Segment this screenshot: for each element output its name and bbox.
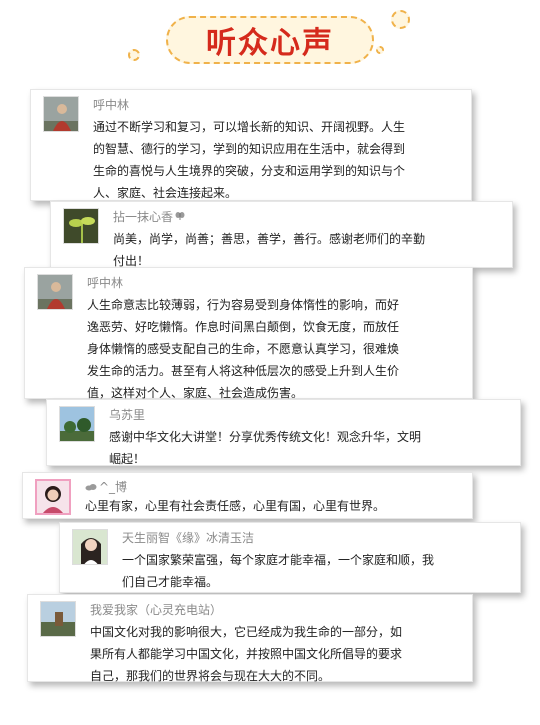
- header-banner: 听众心声: [166, 16, 374, 64]
- comment-username[interactable]: 呼中林: [93, 96, 129, 113]
- avatar-woman-long-hair[interactable]: [72, 529, 108, 565]
- avatar-plant-sprout[interactable]: [63, 208, 99, 244]
- avatar-person-in-red-shawl[interactable]: [37, 274, 73, 310]
- avatar-girl-portrait[interactable]: [35, 479, 71, 515]
- comment-card-1: 呼中林 通过不断学习和复习，可以增长新的知识、开阔视野。人生 的智慧、德行的学习…: [30, 89, 472, 201]
- avatar-landscape-trees[interactable]: [59, 406, 95, 442]
- cloud-icon: [85, 480, 97, 494]
- comment-text: 人生命意志比较薄弱，行为容易受到身体惰性的影响，而好 逸恶劳、好吃懒惰。作息时间…: [87, 298, 400, 400]
- comment-username[interactable]: 拈一抹心香: [113, 208, 185, 225]
- comment-text: 心里有家，心里有社会责任感，心里有国，心里有世界。: [85, 499, 386, 513]
- comment-card-2: 拈一抹心香 尚美，尚学，尚善；善思，善学，善行。感谢老师们的辛勤 付出！: [50, 201, 513, 268]
- avatar-outdoor-landscape[interactable]: [40, 601, 76, 637]
- comment-text: 一个国家繁荣富强，每个家庭才能幸福，一个家庭和顺，我 们自己才能幸福。: [122, 553, 435, 589]
- butterfly-icon: [175, 210, 185, 224]
- comment-text: 通过不断学习和复习，可以增长新的知识、开阔视野。人生 的智慧、德行的学习，学到的…: [93, 120, 406, 200]
- decor-dot-large: [391, 10, 410, 29]
- comment-username[interactable]: 天生丽智《缘》冰清玉洁: [122, 529, 254, 546]
- comment-card-4: 乌苏里 感谢中华文化大讲堂！分享优秀传统文化！观念升华，文明 崛起！: [46, 399, 521, 466]
- comment-username[interactable]: ^_博: [85, 478, 127, 495]
- comment-card-5: ^_博 心里有家，心里有社会责任感，心里有国，心里有世界。: [22, 472, 473, 519]
- comment-text: 感谢中华文化大讲堂！分享优秀传统文化！观念升华，文明 崛起！: [109, 430, 422, 466]
- page-title: 听众心声: [206, 26, 334, 61]
- comment-card-7: 我爱我家（心灵充电站） 中国文化对我的影响很大，它已经成为我生命的一部分，如 果…: [27, 594, 473, 683]
- comment-username[interactable]: 乌苏里: [109, 406, 145, 423]
- avatar-person-in-red-shawl[interactable]: [43, 96, 79, 132]
- comment-text: 中国文化对我的影响很大，它已经成为我生命的一部分，如 果所有人都能学习中国文化，…: [90, 625, 403, 683]
- comment-username[interactable]: 我爱我家（心灵充电站）: [90, 601, 222, 618]
- comment-username[interactable]: 呼中林: [87, 274, 123, 291]
- comment-card-3: 呼中林 人生命意志比较薄弱，行为容易受到身体惰性的影响，而好 逸恶劳、好吃懒惰。…: [24, 267, 473, 400]
- decor-dot-small: [128, 49, 140, 61]
- decor-dot-tiny: [376, 46, 384, 54]
- comment-card-6: 天生丽智《缘》冰清玉洁 一个国家繁荣富强，每个家庭才能幸福，一个家庭和顺，我 们…: [59, 522, 521, 593]
- comment-text: 尚美，尚学，尚善；善思，善学，善行。感谢老师们的辛勤 付出！: [113, 232, 426, 268]
